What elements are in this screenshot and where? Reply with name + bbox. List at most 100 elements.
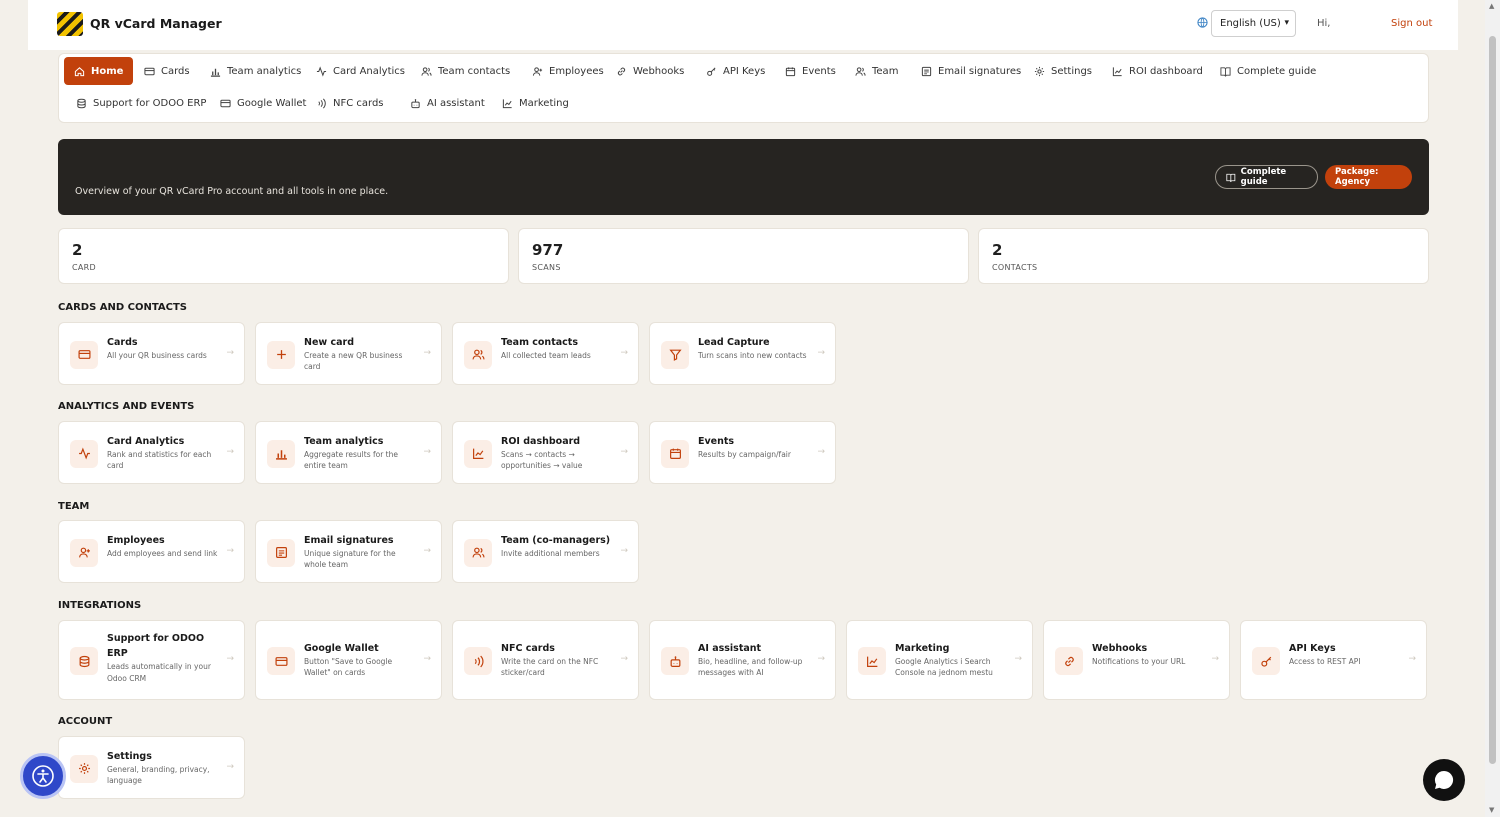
tile-text: NFC cards Write the card on the NFC stick… <box>501 641 613 679</box>
nav-item-webhooks[interactable]: Webhooks <box>606 57 694 85</box>
tile-title: Card Analytics <box>107 436 185 447</box>
scrollbar[interactable]: ▲ ▼ <box>1485 0 1500 817</box>
tile-card-analytics[interactable]: Card Analytics Rank and statistics for ea… <box>58 421 245 484</box>
nav-item-email-signatures[interactable]: Email signatures <box>911 57 1031 85</box>
tile-icon <box>70 754 98 783</box>
stat-contacts: 2 CONTACTS <box>978 228 1429 284</box>
package-badge[interactable]: Package: Agency <box>1325 165 1412 189</box>
nav-item-settings[interactable]: Settings <box>1024 57 1102 85</box>
nav-item-label: Webhooks <box>633 65 685 77</box>
nav-item-google-wallet[interactable]: Google Wallet <box>210 89 316 117</box>
scrollbar-thumb[interactable] <box>1489 36 1496 764</box>
bar-chart-icon <box>210 68 221 77</box>
stat-cards: 2 CARD <box>58 228 509 284</box>
page: QR vCard Manager English (US) ▾ Hi, Sign … <box>28 0 1458 817</box>
nav-item-ai-assistant[interactable]: AI assistant <box>400 89 495 117</box>
tile-description: Bio, headline, and follow-up messages wi… <box>698 657 803 678</box>
nav-item-support-for-odoo-erp[interactable]: Support for ODOO ERP <box>66 89 216 117</box>
nav-item-team-analytics[interactable]: Team analytics <box>200 57 311 85</box>
tile-description: Notifications to your URL <box>1092 657 1186 667</box>
tile-description: All your QR business cards <box>107 351 207 361</box>
stat-value: 2 <box>992 241 1003 259</box>
tile-title: ROI dashboard <box>501 436 581 447</box>
nav-item-marketing[interactable]: Marketing <box>492 89 579 117</box>
tile-title: Settings <box>107 751 152 762</box>
arrow-right-icon: → <box>226 446 234 457</box>
tile-api-keys[interactable]: API Keys Access to REST API → <box>1240 620 1427 700</box>
tile-icon <box>70 647 98 675</box>
nav-item-team-contacts[interactable]: Team contacts <box>411 57 520 85</box>
tile-title: Email signatures <box>304 535 394 546</box>
line-chart-icon <box>1112 66 1122 76</box>
nav-item-home[interactable]: Home <box>64 57 134 85</box>
nav-item-roi-dashboard[interactable]: ROI dashboard <box>1102 57 1213 85</box>
book-icon <box>1226 173 1236 182</box>
tile-support-for-odoo-erp[interactable]: Support for ODOO ERP Leads automatically … <box>58 620 245 700</box>
tile-google-wallet[interactable]: Google Wallet Button "Save to Google Wall… <box>255 620 442 700</box>
signout-link[interactable]: Sign out <box>1391 18 1432 29</box>
tile-marketing[interactable]: Marketing Google Analytics i Search Conso… <box>846 620 1033 700</box>
section-title: ACCOUNT <box>58 716 113 727</box>
gear-icon <box>1034 66 1045 76</box>
scroll-up-arrow[interactable]: ▲ <box>1489 2 1494 10</box>
accessibility-button[interactable] <box>20 753 66 799</box>
tile-icon <box>267 647 295 675</box>
arrow-right-icon: → <box>1211 654 1219 664</box>
wallet-icon <box>220 99 231 107</box>
chat-button[interactable] <box>1423 759 1465 801</box>
nav-item-employees[interactable]: Employees <box>522 57 614 85</box>
database-icon <box>79 655 89 667</box>
arrow-right-icon: → <box>817 446 825 457</box>
brand-name[interactable]: QR vCard Manager <box>90 16 222 31</box>
activity-icon <box>316 65 327 77</box>
nav-item-label: Complete guide <box>1237 65 1317 77</box>
tile-settings[interactable]: Settings General, branding, privacy, lang… <box>58 736 245 799</box>
tile-team-contacts[interactable]: Team contacts All collected team leads → <box>452 322 639 385</box>
tile-webhooks[interactable]: Webhooks Notifications to your URL → <box>1043 620 1230 700</box>
nav-item-complete-guide[interactable]: Complete guide <box>1210 57 1326 85</box>
nav-item-events[interactable]: Events <box>775 57 846 85</box>
tile-title: Webhooks <box>1092 643 1148 654</box>
tile-employees[interactable]: Employees Add employees and send link → <box>58 520 245 583</box>
tile-icon <box>661 439 689 468</box>
tile-icon <box>464 538 492 567</box>
arrow-right-icon: → <box>620 446 628 457</box>
tile-lead-capture[interactable]: Lead Capture Turn scans into new contacts… <box>649 322 836 385</box>
tile-ai-assistant[interactable]: AI assistant Bio, headline, and follow-up… <box>649 620 836 700</box>
nav-item-label: API Keys <box>723 65 766 77</box>
language-select[interactable]: English (US) ▾ <box>1211 10 1296 37</box>
complete-guide-button[interactable]: Complete guide <box>1215 165 1318 189</box>
tile-events[interactable]: Events Results by campaign/fair → <box>649 421 836 484</box>
hero-subtitle: Overview of your QR vCard Pro account an… <box>75 186 389 197</box>
gear-icon <box>78 763 90 774</box>
brand-logo[interactable] <box>57 12 83 36</box>
tile-icon <box>858 647 886 675</box>
tile-email-signatures[interactable]: Email signatures Unique signature for the… <box>255 520 442 583</box>
scroll-down-arrow[interactable]: ▼ <box>1489 806 1494 814</box>
arrow-right-icon: → <box>423 347 431 358</box>
tile-new-card[interactable]: New card Create a new QR business card → <box>255 322 442 385</box>
tile-description: Add employees and send link <box>107 549 218 559</box>
line-chart-icon <box>472 448 483 459</box>
section-title: INTEGRATIONS <box>58 600 142 611</box>
tile-nfc-cards[interactable]: NFC cards Write the card on the NFC stick… <box>452 620 639 700</box>
nav-item-nfc-cards[interactable]: NFC cards <box>306 89 394 117</box>
tile-team-co-managers[interactable]: Team (co-managers) Invite additional memb… <box>452 520 639 583</box>
tile-roi-dashboard[interactable]: ROI dashboard Scans → contacts → opportun… <box>452 421 639 484</box>
tile-text: Card Analytics Rank and statistics for ea… <box>107 434 219 472</box>
tile-description: Write the card on the NFC sticker/card <box>501 657 599 678</box>
nfc-icon <box>318 98 326 108</box>
nav-item-cards[interactable]: Cards <box>134 57 200 85</box>
stat-value: 2 <box>72 241 83 259</box>
tile-team-analytics[interactable]: Team analytics Aggregate results for the … <box>255 421 442 484</box>
nav-item-api-keys[interactable]: API Keys <box>696 57 775 85</box>
tile-text: Team contacts All collected team leads <box>501 335 613 361</box>
tile-description: Google Analytics i Search Console na jed… <box>895 657 993 678</box>
stat-label: CARD <box>72 263 96 272</box>
card-icon <box>144 67 155 75</box>
nav-item-card-analytics[interactable]: Card Analytics <box>306 57 415 85</box>
nav-item-label: Team contacts <box>438 65 511 77</box>
tile-cards[interactable]: Cards All your QR business cards → <box>58 322 245 385</box>
bar-chart-icon <box>275 450 287 460</box>
nav-item-team[interactable]: Team <box>845 57 908 85</box>
